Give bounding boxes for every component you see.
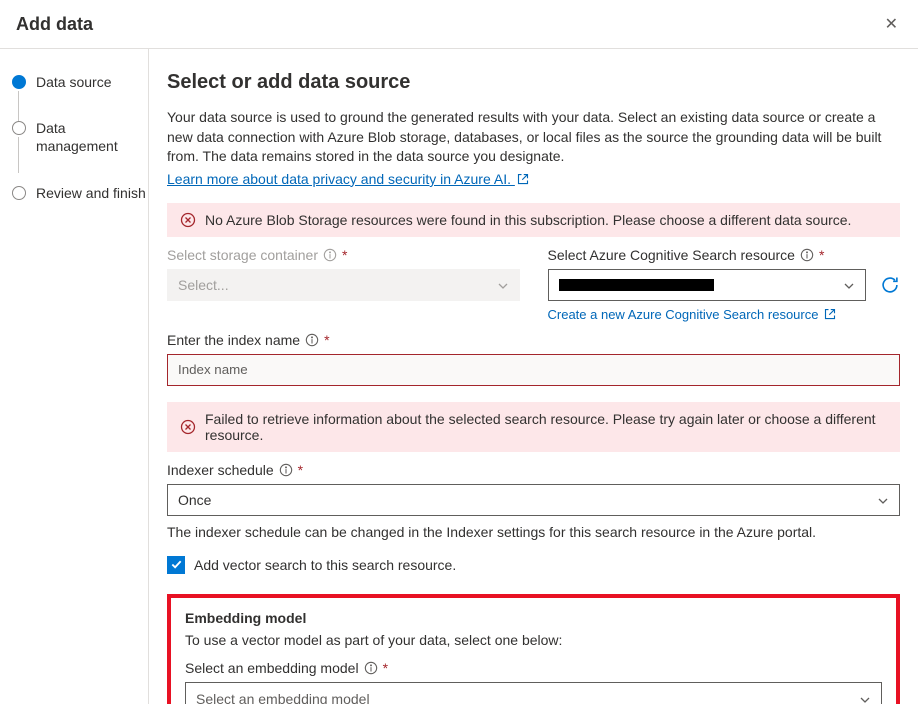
close-icon[interactable]: ✕ [881,10,902,38]
vector-search-checkbox[interactable] [167,556,185,574]
info-icon[interactable] [800,248,814,262]
embedding-subtitle: To use a vector model as part of your da… [185,632,882,648]
step-bullet [12,186,26,200]
main-content: Select or add data source Your data sour… [148,49,918,704]
section-heading: Select or add data source [167,71,900,94]
chevron-down-icon [497,279,509,291]
info-icon[interactable] [364,661,378,675]
privacy-link[interactable]: Learn more about data privacy and securi… [167,171,529,187]
chevron-down-icon [843,279,855,291]
vector-search-label: Add vector search to this search resourc… [194,557,456,573]
external-link-icon [824,308,836,320]
alert-no-blob-storage: No Azure Blob Storage resources were fou… [167,203,900,237]
cognitive-search-select[interactable] [548,269,867,301]
refresh-icon[interactable] [880,275,900,295]
dialog-title: Add data [16,14,93,35]
step-bullet [12,121,26,135]
create-search-resource-link[interactable]: Create a new Azure Cognitive Search reso… [548,307,901,322]
index-name-label: Enter the index name * [167,332,900,348]
step-bullet-active [12,75,26,89]
chevron-down-icon [859,693,871,704]
error-icon [180,419,196,435]
chevron-down-icon [877,494,889,506]
embedding-model-select[interactable]: Select an embedding model Azure OpenAI -… [185,682,882,704]
external-link-icon [517,172,529,184]
wizard-steps: Data source Data management Review and f… [0,49,148,704]
section-description: Your data source is used to ground the g… [167,108,900,167]
embedding-model-section: Embedding model To use a vector model as… [167,594,900,704]
indexer-helper-text: The indexer schedule can be changed in t… [167,524,900,540]
error-icon [180,212,196,228]
embedding-title: Embedding model [185,610,882,626]
index-name-input[interactable] [167,354,900,386]
storage-container-select: Select... [167,269,520,301]
step-review-finish[interactable]: Review and finish [12,184,148,230]
info-icon[interactable] [305,333,319,347]
indexer-schedule-label: Indexer schedule * [167,462,900,478]
storage-container-label: Select storage container * [167,247,520,263]
alert-failed-retrieve: Failed to retrieve information about the… [167,402,900,452]
step-data-source[interactable]: Data source [12,73,148,119]
info-icon[interactable] [323,248,337,262]
cognitive-search-label: Select Azure Cognitive Search resource * [548,247,901,263]
embedding-model-label: Select an embedding model * [185,660,882,676]
info-icon[interactable] [279,463,293,477]
redacted-value [559,279,714,291]
step-data-management[interactable]: Data management [12,119,148,183]
indexer-schedule-select[interactable]: Once [167,484,900,516]
